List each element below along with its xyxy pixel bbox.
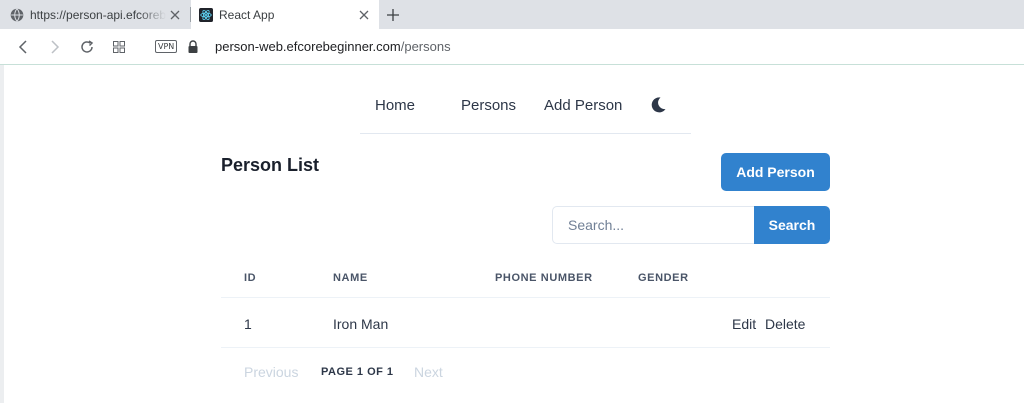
nav-add-person[interactable]: Add Person <box>544 97 622 114</box>
cell-id: 1 <box>244 316 252 332</box>
search-button[interactable]: Search <box>754 206 830 244</box>
url-path: /persons <box>400 39 451 54</box>
speed-dial-grid-icon[interactable] <box>110 38 128 56</box>
new-tab-plus-icon[interactable] <box>383 5 403 25</box>
vpn-badge[interactable]: VPN <box>155 40 178 53</box>
window-edge <box>0 65 4 403</box>
column-header-phone-number[interactable]: PHONE NUMBER <box>495 272 593 284</box>
previous-page-button[interactable]: Previous <box>244 364 298 380</box>
column-header-id[interactable]: ID <box>244 272 256 284</box>
close-icon[interactable] <box>166 6 184 24</box>
column-header-gender[interactable]: GENDER <box>638 272 689 284</box>
nav-home[interactable]: Home <box>375 97 415 114</box>
address-bar: VPN person-web.efcorebeginner.com/person… <box>0 29 1024 65</box>
add-person-button[interactable]: Add Person <box>721 153 830 191</box>
browser-tab-react-app[interactable]: React App <box>191 0 379 29</box>
globe-icon <box>10 7 24 22</box>
tab-title: https://person-api.efcorebeginner.com <box>30 7 166 22</box>
edit-button[interactable]: Edit <box>732 316 756 332</box>
delete-button[interactable]: Delete <box>765 316 805 332</box>
close-icon[interactable] <box>355 6 373 24</box>
page-indicator: PAGE 1 OF 1 <box>321 366 394 378</box>
react-icon <box>199 7 213 22</box>
tab-title: React App <box>219 7 275 22</box>
table-header-row: ID NAME PHONE NUMBER GENDER <box>221 262 830 298</box>
url-field[interactable]: person-web.efcorebeginner.com/persons <box>215 39 451 54</box>
forward-arrow-icon[interactable] <box>46 38 64 56</box>
page-title: Person List <box>221 155 320 175</box>
cell-name: Iron Man <box>333 316 389 332</box>
back-arrow-icon[interactable] <box>14 38 32 56</box>
browser-tab-bar: https://person-api.efcorebeginner.com Re… <box>0 0 1024 29</box>
nav-persons[interactable]: Persons <box>461 97 516 114</box>
browser-tab-api[interactable]: https://person-api.efcorebeginner.com <box>0 0 190 29</box>
column-header-name[interactable]: NAME <box>333 272 368 284</box>
next-page-button[interactable]: Next <box>414 364 443 380</box>
search-input[interactable] <box>552 206 755 244</box>
lock-icon[interactable] <box>187 40 199 54</box>
reload-icon[interactable] <box>78 38 96 56</box>
table-row: 1 Iron Man Edit Delete <box>221 298 830 348</box>
moon-icon[interactable] <box>649 96 667 114</box>
url-host: person-web.efcorebeginner.com <box>215 39 401 54</box>
